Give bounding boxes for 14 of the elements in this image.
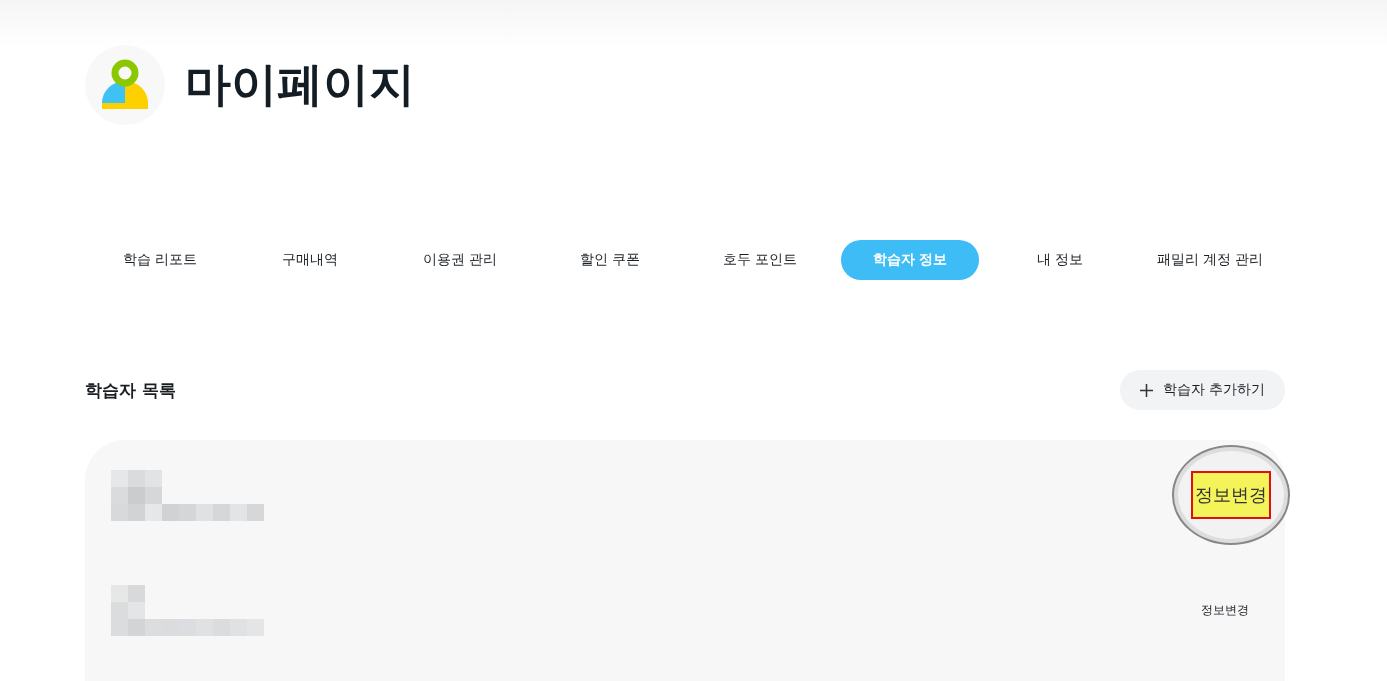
nav-tab[interactable]: 패밀리 계정 관리 xyxy=(1144,240,1276,280)
edit-info-button[interactable]: 정보변경 xyxy=(1195,600,1255,620)
nav-tab[interactable]: 학습 리포트 xyxy=(110,240,210,280)
add-learner-button[interactable]: 학습자 추가하기 xyxy=(1119,370,1285,410)
section-title: 학습자 목록 xyxy=(85,378,176,402)
person-icon xyxy=(99,59,151,111)
plus-icon xyxy=(1139,383,1153,397)
nav-tab[interactable]: 이용권 관리 xyxy=(410,240,510,280)
nav-tab[interactable]: 구매내역 xyxy=(270,240,350,280)
page-title: 마이페이지 xyxy=(185,56,415,113)
edit-info-button[interactable]: 정보변경 xyxy=(1191,471,1271,519)
nav-tab[interactable]: 할인 쿠폰 xyxy=(567,240,653,280)
nav-tab[interactable]: 호두 포인트 xyxy=(710,240,810,280)
nav-tab[interactable]: 내 정보 xyxy=(1024,240,1096,280)
